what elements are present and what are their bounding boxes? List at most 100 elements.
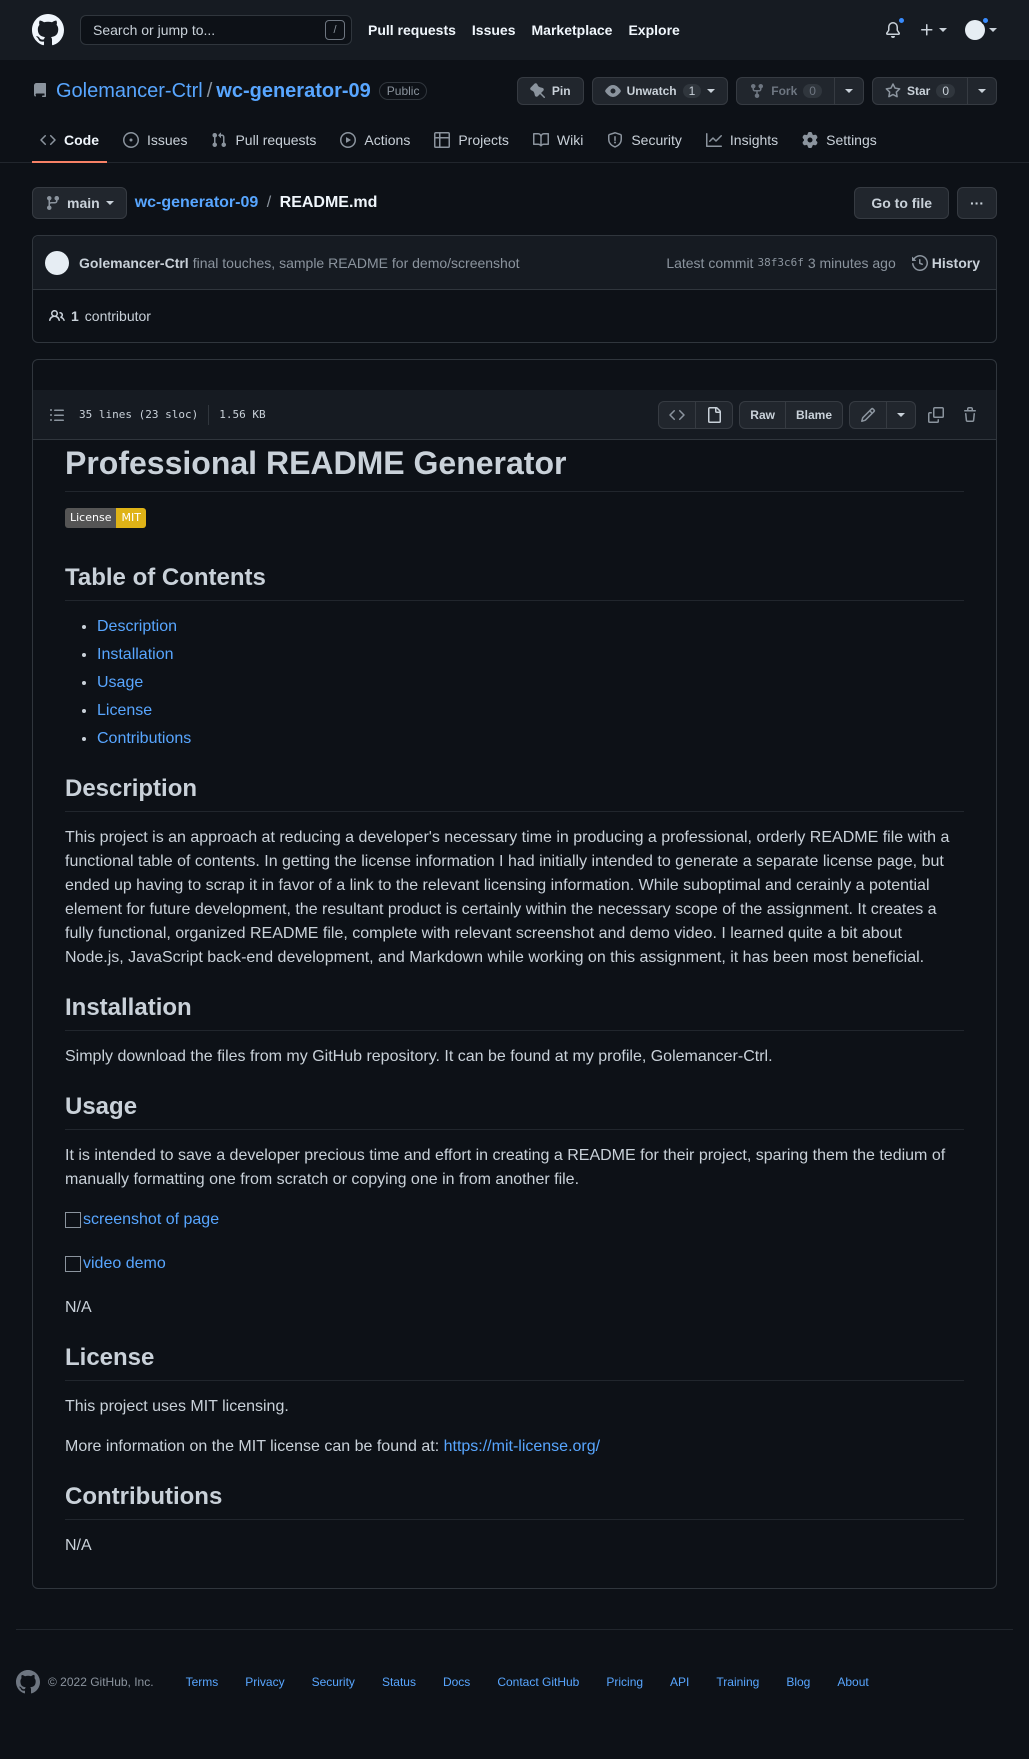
edit-button[interactable] [849,400,887,429]
tab-issues[interactable]: Issues [115,122,195,162]
user-menu-button[interactable] [965,16,997,40]
more-options-button[interactable]: ··· [957,187,997,219]
license-text: This project uses MIT licensing. [65,1398,289,1415]
footer-link-blog[interactable]: Blog [786,1675,810,1689]
caret-down-icon [844,89,853,93]
tab-settings[interactable]: Settings [794,122,885,162]
source-view-button[interactable] [658,400,697,429]
contributors-row[interactable]: 1 contributor [33,290,996,342]
graph-icon [705,133,722,147]
book-icon [532,132,549,147]
footer-link-training[interactable]: Training [716,1675,759,1689]
global-nav: Pull requests Issues Marketplace Explore [368,22,696,38]
toc-link-installation[interactable]: Installation [97,646,174,663]
breadcrumb-repo-link[interactable]: wc-generator-09 [135,194,259,211]
file-header: 35 lines (23 sloc) 1.56 KB Raw Blame [33,390,996,440]
create-new-button[interactable] [919,22,947,38]
footer-link-contact[interactable]: Contact GitHub [497,1675,579,1689]
view-toggle [658,400,734,429]
installation-heading: Installation [65,992,964,1031]
list-icon[interactable] [49,407,65,423]
repo-name-link[interactable]: wc-generator-09 [216,80,371,103]
toc-link-license[interactable]: License [97,702,152,719]
search-input[interactable]: Search or jump to... / [80,15,352,45]
fork-dropdown[interactable] [834,77,864,105]
tab-security[interactable]: Security [599,122,690,162]
watch-count: 1 [682,84,702,98]
footer-link-api[interactable]: API [670,1675,689,1689]
pin-button[interactable]: Pin [516,77,584,105]
breadcrumb-filename: README.md [279,194,378,211]
repo-tabs: Code Issues Pull requests Actions Projec… [32,122,997,163]
fork-icon [751,84,764,99]
repo-icon [34,83,46,97]
unwatch-label: Unwatch [626,84,677,98]
star-button[interactable]: Star 0 [871,77,968,105]
caret-down-icon [897,412,905,417]
footer-link-about[interactable]: About [837,1675,868,1689]
people-icon [49,309,65,322]
readme-content: Professional README Generator License MI… [33,442,996,1588]
tab-wiki[interactable]: Wiki [525,122,591,162]
fork-button[interactable]: Fork 0 [736,77,835,105]
author-avatar[interactable] [45,250,69,275]
commit-message[interactable]: final touches, sample README for demo/sc… [193,255,520,271]
toc-link-contributions[interactable]: Contributions [97,730,191,747]
tab-label: Actions [364,132,411,148]
commit-author[interactable]: Golemancer-Ctrl [79,255,189,271]
history-button[interactable]: History [911,255,980,271]
list-item: License [97,699,964,723]
license-badge[interactable]: License MIT [65,508,146,528]
delete-button[interactable] [956,401,984,429]
rendered-view-button[interactable] [696,400,734,429]
pin-label: Pin [551,84,571,98]
footer-link-terms[interactable]: Terms [186,1675,219,1689]
blame-button[interactable]: Blame [785,400,843,429]
toc-link-usage[interactable]: Usage [97,674,143,691]
gear-icon [802,132,818,148]
edit-dropdown[interactable] [887,400,916,429]
tab-projects[interactable]: Projects [426,122,517,162]
notifications-button[interactable] [885,16,906,38]
code-icon [669,409,686,420]
nav-issues[interactable]: Issues [472,22,516,38]
footer-link-docs[interactable]: Docs [443,1675,470,1689]
usage-na: N/A [65,1299,92,1316]
branch-selector[interactable]: main [32,187,127,219]
github-mark-icon[interactable] [16,1670,40,1694]
tab-insights[interactable]: Insights [698,122,786,162]
tab-pull-requests[interactable]: Pull requests [203,122,324,162]
toc-link-description[interactable]: Description [97,618,177,635]
nav-marketplace[interactable]: Marketplace [532,22,613,38]
copy-button[interactable] [922,401,950,429]
repo-owner-link[interactable]: Golemancer-Ctrl [56,80,203,103]
caret-down-icon [105,201,114,205]
license-link[interactable]: https://mit-license.org/ [444,1438,601,1455]
notification-dot [897,16,906,25]
footer-link-security[interactable]: Security [312,1675,355,1689]
caret-down-icon [989,28,997,32]
github-logo-icon[interactable] [32,14,64,46]
plus-icon [921,24,933,36]
tab-actions[interactable]: Actions [332,122,418,162]
breadcrumb-separator: / [266,194,272,211]
nav-pull-requests[interactable]: Pull requests [368,22,456,38]
list-item: Usage [97,671,964,695]
tab-code[interactable]: Code [32,122,107,163]
screenshot-image-link[interactable]: screenshot of page [65,1208,219,1232]
list-item: Contributions [97,727,964,751]
commit-sha[interactable]: 38f3c6f [757,256,803,269]
star-count: 0 [936,84,955,98]
star-dropdown[interactable] [968,77,997,105]
repo-header: Golemancer-Ctrl / wc-generator-09 Public… [0,60,1029,163]
go-to-file-button[interactable]: Go to file [854,187,949,219]
footer-link-pricing[interactable]: Pricing [606,1675,643,1689]
tab-label: Settings [826,132,877,148]
nav-explore[interactable]: Explore [628,22,679,38]
tab-label: Projects [458,132,509,148]
unwatch-button[interactable]: Unwatch 1 [591,77,729,105]
video-demo-link[interactable]: video demo [65,1252,166,1276]
raw-button[interactable]: Raw [739,400,786,429]
footer-link-privacy[interactable]: Privacy [245,1675,284,1689]
footer-link-status[interactable]: Status [382,1675,416,1689]
